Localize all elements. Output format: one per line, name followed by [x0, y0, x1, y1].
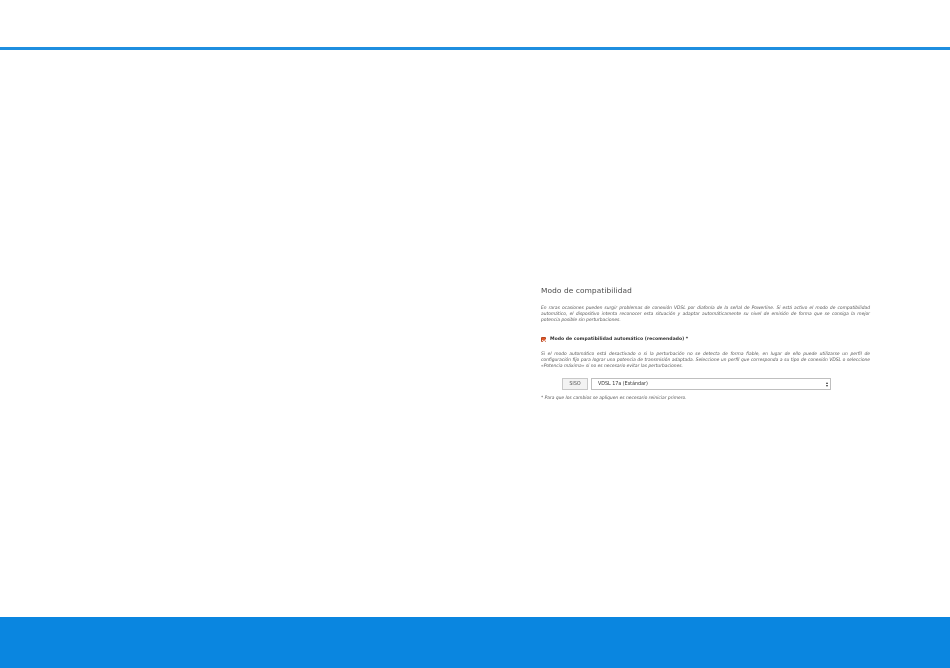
chevron-updown-icon[interactable] — [825, 380, 829, 388]
compatibility-mode-panel: Modo de compatibilidad En raras ocasione… — [541, 286, 870, 401]
restart-footnote: * Para que los cambios se apliquen es ne… — [541, 396, 687, 402]
section-title: Modo de compatibilidad — [541, 286, 632, 295]
profile-select-row: SISO VDSL 17a (Estándar) — [541, 378, 870, 392]
auto-compatibility-label: Modo de compatibilidad automático (recom… — [550, 337, 689, 343]
header-divider — [0, 47, 950, 50]
intro-text: En raras ocasiones pueden surgir problem… — [541, 306, 870, 324]
profile-select-value: VDSL 17a (Estándar) — [598, 381, 648, 387]
auto-compatibility-checkbox-row[interactable]: Modo de compatibilidad automático (recom… — [541, 336, 870, 344]
siso-tag: SISO — [562, 378, 588, 391]
page: Modo de compatibilidad En raras ocasione… — [0, 0, 950, 668]
auto-compatibility-checkbox[interactable] — [541, 337, 546, 343]
footer-band — [0, 617, 950, 668]
profile-select[interactable]: VDSL 17a (Estándar) — [591, 378, 831, 391]
detail-text: Si el modo automático está desactivado o… — [541, 351, 870, 370]
